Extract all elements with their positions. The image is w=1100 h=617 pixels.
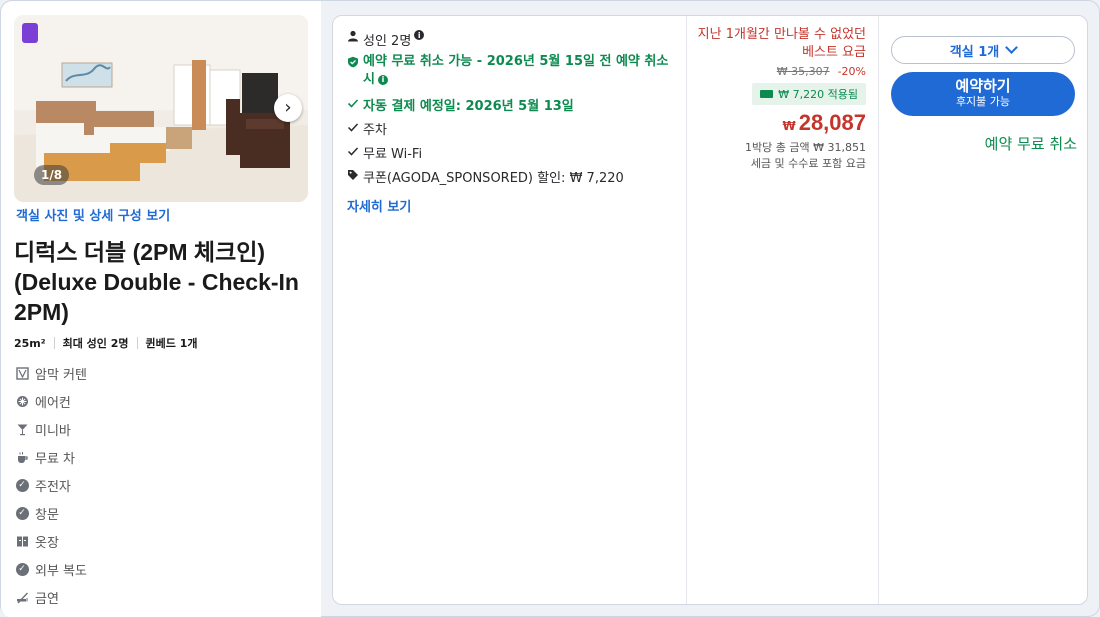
amenity-list: 암막 커텐 에어컨 미니바 무료 차 ✓ 주전자 ✓ 창문 옷장 ✓ 외부 복도… [15, 359, 87, 611]
room-title: 디럭스 더블 (2PM 체크인) (Deluxe Double - Check-… [14, 239, 299, 325]
amenity-label: 금연 [35, 591, 59, 607]
more-details-link[interactable]: 자세히 보기 [347, 196, 411, 215]
check-icon [347, 143, 361, 160]
currency-symbol: ₩ [782, 119, 796, 133]
price-panel: 지난 1개월간 만나볼 수 없었던 베스트 요금 ₩ 35,307 -20% ₩ … [687, 16, 879, 604]
amenity-item: 에어컨 [15, 387, 87, 415]
coupon-text: 쿠폰(AGODA_SPONSORED) 할인: ₩ 7,220 [363, 171, 624, 186]
amenity-label: 외부 복도 [35, 563, 87, 579]
occupancy-label: 성인 2명 [363, 34, 412, 49]
tax-note: 세금 및 수수료 포함 요금 [750, 157, 866, 170]
coupon-applied-text: ₩ 7,220 적용됨 [778, 88, 858, 101]
info-icon[interactable]: i [377, 75, 388, 85]
original-price: ₩ 35,307 -20% [777, 65, 866, 78]
room-offer-row: › 1/8 객실 사진 및 상세 구성 보기 디럭스 더블 (2PM 체크인) … [0, 0, 1100, 617]
check-icon [347, 119, 361, 136]
free-cancellation: 예약 무료 취소 가능 - 2026년 5월 15일 전 예약 취소 시i [347, 53, 677, 89]
rooms-dropdown[interactable]: 객실 1개 [891, 36, 1075, 64]
price-amount: 28,087 [798, 110, 866, 135]
person-icon [347, 30, 361, 45]
book-button[interactable]: 예약하기 후지불 가능 [891, 72, 1075, 116]
deal-message: 지난 1개월간 만나볼 수 없었던 베스트 요금 [697, 27, 866, 60]
amenity-label: 무료 차 [35, 451, 76, 467]
blackout-curtain-icon [15, 366, 29, 380]
wifi: 무료 Wi-Fi [347, 143, 422, 162]
amenity-label: 암막 커텐 [35, 367, 87, 383]
info-icon[interactable]: i [414, 30, 425, 40]
chevron-down-icon [1005, 41, 1019, 54]
check-circle-icon: ✓ [15, 562, 29, 576]
amenity-item: 암막 커텐 [15, 359, 87, 387]
amenity-label: 옷장 [35, 535, 59, 551]
bed-type: 퀸베드 1개 [145, 337, 198, 350]
chevron-right-icon: › [284, 97, 292, 118]
check-icon [347, 95, 361, 112]
room-photo-carousel[interactable]: › 1/8 [14, 15, 308, 202]
coupon: 쿠폰(AGODA_SPONSORED) 할인: ₩ 7,220 [347, 167, 624, 186]
amenity-label: 주전자 [35, 479, 71, 495]
tea-icon [15, 450, 29, 464]
original-price-value: ₩ 35,307 [776, 65, 830, 78]
total-per-night: 1박당 총 금액 ₩ 31,851 [745, 141, 866, 154]
auto-payment: 자동 결제 예정일: 2026년 5월 13일 [347, 95, 574, 114]
offer-benefits: 성인 2명 i 예약 무료 취소 가능 - 2026년 5월 15일 전 예약 취… [333, 16, 687, 604]
amenity-item: 옷장 [15, 527, 87, 555]
discount-percent: -20% [837, 65, 866, 78]
amenity-label: 창문 [35, 507, 59, 523]
minibar-icon [15, 422, 29, 436]
free-cancel-text: 예약 무료 취소 가능 - 2026년 5월 15일 전 예약 취소 시 [363, 54, 669, 87]
book-button-sub: 후지불 가능 [955, 95, 1011, 108]
max-occupancy: 최대 성인 2명 [62, 337, 129, 350]
next-photo-button[interactable]: › [274, 94, 302, 122]
amenity-item: 금연 [15, 583, 87, 611]
parking: 주차 [347, 119, 387, 138]
rooms-dropdown-value: 객실 1개 [949, 44, 1000, 60]
check-circle-icon: ✓ [15, 478, 29, 492]
no-smoking-icon [15, 590, 29, 604]
coupon-applied-badge: ₩ 7,220 적용됨 [752, 83, 866, 105]
book-button-label: 예약하기 [955, 77, 1011, 95]
price-total: 1박당 총 금액 ₩ 31,851 세금 및 수수료 포함 요금 [745, 140, 866, 172]
check-circle-icon: ✓ [15, 506, 29, 520]
room-info-panel: › 1/8 객실 사진 및 상세 구성 보기 디럭스 더블 (2PM 체크인) … [1, 1, 321, 617]
amenity-item: ✓ 창문 [15, 499, 87, 527]
occupancy: 성인 2명 i [347, 30, 425, 49]
booking-panel: 객실 1개 예약하기 후지불 가능 예약 무료 취소 [879, 16, 1087, 604]
free-cancel-note: 예약 무료 취소 [984, 135, 1077, 153]
amenity-item: 무료 차 [15, 443, 87, 471]
wardrobe-icon [15, 534, 29, 548]
room-size: 25m² [14, 336, 46, 350]
divider [136, 337, 138, 349]
amenity-item: 미니바 [15, 415, 87, 443]
divider [53, 337, 55, 349]
parking-text: 주차 [363, 123, 387, 138]
amenity-label: 에어컨 [35, 395, 71, 411]
amenity-label: 미니바 [35, 423, 71, 439]
photo-counter: 1/8 [34, 165, 70, 185]
tag-icon [347, 167, 361, 184]
offer-card: 성인 2명 i 예약 무료 취소 가능 - 2026년 5월 15일 전 예약 취… [332, 15, 1088, 605]
air-conditioner-icon [15, 394, 29, 408]
room-specs: 25m² 최대 성인 2명 퀸베드 1개 [14, 335, 197, 351]
photo-badge [22, 23, 38, 43]
ticket-icon [760, 90, 774, 98]
shield-check-icon [347, 53, 361, 73]
current-price: ₩ 28,087 [782, 110, 866, 136]
room-photos-link[interactable]: 객실 사진 및 상세 구성 보기 [16, 205, 170, 224]
amenity-item: ✓ 주전자 [15, 471, 87, 499]
wifi-text: 무료 Wi-Fi [363, 147, 423, 162]
amenity-item: ✓ 외부 복도 [15, 555, 87, 583]
auto-pay-text: 자동 결제 예정일: 2026년 5월 13일 [363, 99, 574, 114]
